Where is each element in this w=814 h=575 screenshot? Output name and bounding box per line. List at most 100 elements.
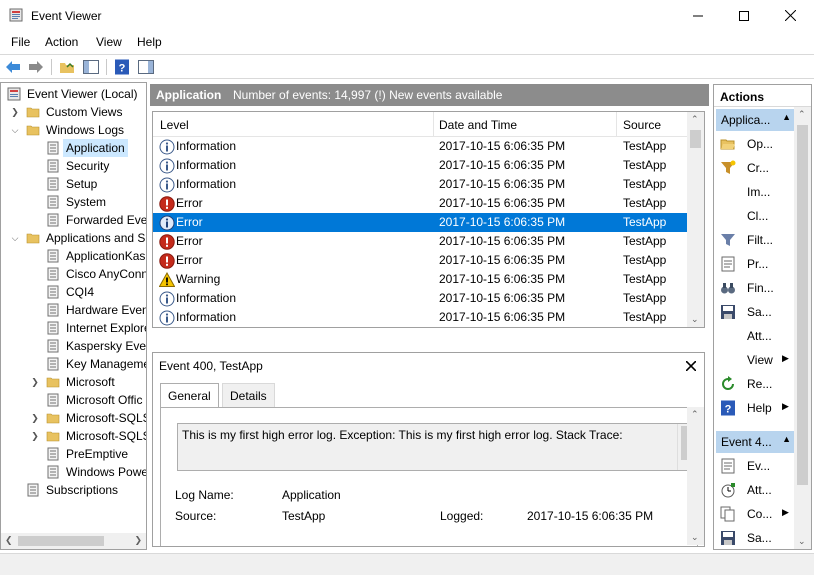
chevron-down-icon[interactable]: ⌄ — [691, 314, 699, 325]
action-item[interactable]: Att... — [716, 324, 796, 348]
column-source[interactable]: Source — [623, 118, 661, 132]
show-hide-tree-button[interactable] — [82, 58, 100, 76]
column-date-time[interactable]: Date and Time — [439, 118, 517, 132]
source-value[interactable]: TestApp — [282, 509, 325, 523]
chevron-up-icon[interactable]: ⌃ — [798, 109, 806, 120]
chevron-down-icon[interactable]: ⌄ — [798, 536, 806, 547]
tree-subscriptions[interactable]: Subscriptions — [1, 481, 146, 499]
minimize-button[interactable] — [675, 0, 721, 31]
tree-apps-services[interactable]: ⌵ Applications and S — [1, 229, 146, 247]
event-description[interactable]: This is my first high error log. Excepti… — [177, 423, 695, 471]
tree-app-log[interactable]: ApplicationKas — [1, 247, 146, 265]
tree-app-log[interactable]: Windows Powe — [1, 463, 146, 481]
tree-app-folder[interactable]: ❯ Microsoft-SQLS — [1, 427, 146, 445]
actions-section-application[interactable]: Applica... ▲ — [716, 109, 794, 131]
table-row[interactable]: Warning 2017-10-15 6:06:35 PM TestApp — [153, 270, 689, 289]
maximize-button[interactable] — [721, 0, 767, 31]
tree-log-application[interactable]: Application — [1, 139, 146, 157]
menu-view[interactable]: View — [96, 35, 122, 49]
logged-value[interactable]: 2017-10-15 6:06:35 PM — [527, 509, 653, 523]
collapse-up-icon[interactable]: ▲ — [782, 434, 791, 444]
table-row[interactable]: Error 2017-10-15 6:06:35 PM TestApp — [153, 251, 689, 270]
column-level[interactable]: Level — [160, 118, 189, 132]
table-row[interactable]: Information 2017-10-15 6:06:35 PM TestApp — [153, 308, 689, 327]
log-name-value[interactable]: Application — [282, 488, 341, 502]
action-item[interactable]: Re... — [716, 372, 796, 396]
tree-app-log[interactable]: Key Manageme — [1, 355, 146, 373]
action-item[interactable]: Co... ▶ — [716, 502, 796, 526]
tree-log-forwarded[interactable]: Forwarded Even — [1, 211, 146, 229]
chevron-right-icon[interactable]: ❯ — [30, 409, 40, 427]
up-folder-button[interactable] — [58, 58, 76, 76]
tree-app-folder[interactable]: ❯ Microsoft-SQLS — [1, 409, 146, 427]
scroll-thumb[interactable] — [690, 130, 701, 148]
tree-log-setup[interactable]: Setup — [1, 175, 146, 193]
action-item[interactable]: Cl... — [716, 204, 796, 228]
table-row[interactable]: Information 2017-10-15 6:06:35 PM TestApp — [153, 289, 689, 308]
tree-log-security[interactable]: Security — [1, 157, 146, 175]
action-item[interactable]: Sa... — [716, 300, 796, 324]
detail-close-button[interactable] — [685, 357, 697, 374]
tree-app-log[interactable]: Cisco AnyConn — [1, 265, 146, 283]
table-row[interactable]: Information 2017-10-15 6:06:35 PM TestApp — [153, 137, 689, 156]
action-item[interactable]: Pr... — [716, 252, 796, 276]
table-row[interactable]: Error 2017-10-15 6:06:35 PM TestApp — [153, 213, 689, 232]
scroll-thumb[interactable] — [797, 125, 808, 485]
forward-button[interactable] — [27, 58, 45, 76]
tab-details[interactable]: Details — [222, 383, 275, 407]
table-row[interactable]: Information 2017-10-15 6:06:35 PM TestApp — [153, 156, 689, 175]
chevron-down-icon[interactable]: ⌄ — [691, 532, 699, 543]
chevron-up-icon[interactable]: ⌃ — [691, 409, 699, 420]
chevron-right-icon[interactable]: ❯ — [30, 373, 40, 391]
tree-horizontal-scrollbar[interactable]: ❮ ❯ — [1, 533, 146, 549]
table-row[interactable]: Error 2017-10-15 6:06:35 PM TestApp — [153, 194, 689, 213]
action-item[interactable]: Fin... — [716, 276, 796, 300]
action-item[interactable]: Sa... — [716, 526, 796, 549]
action-item[interactable]: Cr... — [716, 156, 796, 180]
chevron-right-icon[interactable]: ❯ — [134, 535, 142, 546]
action-item[interactable]: ? Help ▶ — [716, 396, 796, 420]
tree-app-log[interactable]: Internet Explore — [1, 319, 146, 337]
action-item[interactable]: Op... — [716, 132, 796, 156]
tree-app-folder[interactable]: ❯ Microsoft — [1, 373, 146, 391]
actions-scrollbar[interactable]: ⌃ ⌄ — [794, 107, 811, 549]
action-item[interactable]: Ev... — [716, 454, 796, 478]
help-toolbar-button[interactable]: ? — [113, 58, 131, 76]
error-icon — [159, 234, 175, 250]
chevron-right-icon[interactable]: ❯ — [30, 427, 40, 445]
menu-action[interactable]: Action — [45, 35, 78, 49]
folder-up-icon — [60, 62, 74, 73]
tree-root[interactable]: Event Viewer (Local) — [1, 85, 146, 103]
action-item[interactable]: View ▶ — [716, 348, 796, 372]
menu-file[interactable]: File — [11, 35, 30, 49]
back-button[interactable] — [4, 58, 22, 76]
close-button[interactable] — [767, 0, 813, 31]
menu-help[interactable]: Help — [137, 35, 162, 49]
tree-app-log[interactable]: CQI4 — [1, 283, 146, 301]
chevron-left-icon[interactable]: ❮ — [5, 535, 13, 546]
action-label: Filt... — [747, 233, 773, 247]
tree-app-log[interactable]: Hardware Even — [1, 301, 146, 319]
collapse-up-icon[interactable]: ▲ — [782, 112, 791, 122]
chevron-up-icon[interactable]: ⌃ — [691, 114, 699, 125]
show-hide-action-pane-button[interactable] — [137, 58, 155, 76]
tree-log-system[interactable]: System — [1, 193, 146, 211]
tree-app-log[interactable]: Kaspersky Even — [1, 337, 146, 355]
tab-general[interactable]: General — [160, 383, 219, 408]
actions-section-event[interactable]: Event 4... ▲ — [716, 431, 794, 453]
chevron-down-icon[interactable]: ⌵ — [10, 229, 20, 247]
table-row[interactable]: Information 2017-10-15 6:06:35 PM TestApp — [153, 175, 689, 194]
action-item[interactable]: Att... — [716, 478, 796, 502]
tree-app-log[interactable]: PreEmptive — [1, 445, 146, 463]
event-list-scrollbar[interactable]: ⌃ ⌄ — [687, 112, 704, 327]
detail-scrollbar[interactable]: ⌃ ⌄ — [687, 407, 704, 545]
table-row[interactable]: Error 2017-10-15 6:06:35 PM TestApp — [153, 232, 689, 251]
scroll-thumb[interactable] — [18, 536, 104, 546]
tree-custom-views[interactable]: ❯ Custom Views — [1, 103, 146, 121]
tree-app-log[interactable]: Microsoft Offic — [1, 391, 146, 409]
chevron-down-icon[interactable]: ⌵ — [10, 121, 20, 139]
action-item[interactable]: Filt... — [716, 228, 796, 252]
action-item[interactable]: Im... — [716, 180, 796, 204]
tree-windows-logs[interactable]: ⌵ Windows Logs — [1, 121, 146, 139]
chevron-right-icon[interactable]: ❯ — [10, 103, 20, 121]
